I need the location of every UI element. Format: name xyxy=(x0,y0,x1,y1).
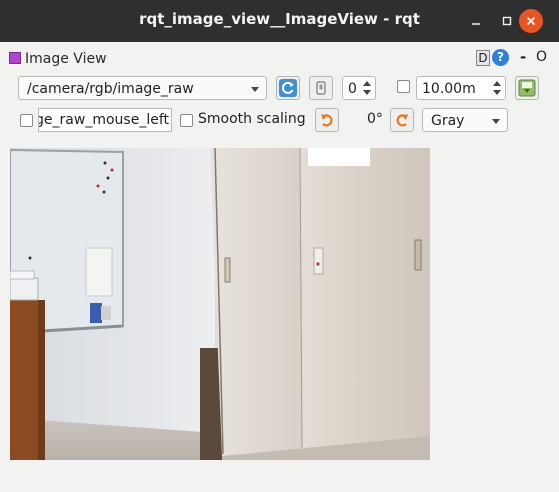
topic-select-value: /camera/rgb/image_raw xyxy=(27,81,194,97)
zoom-button[interactable] xyxy=(309,76,333,100)
mouse-topic-value: ge_raw_mouse_left xyxy=(38,112,169,128)
help-button[interactable]: ? xyxy=(492,49,509,66)
spin-down-icon[interactable] xyxy=(363,90,371,95)
rotate-right-icon xyxy=(396,114,408,127)
close-plugin-button[interactable]: O xyxy=(536,49,547,65)
app-window: rqt_image_view__ImageView - rqt Image Vi… xyxy=(0,0,559,492)
camera-image[interactable] xyxy=(10,148,430,460)
rotation-label: 0° xyxy=(367,111,383,127)
rotate-left-icon xyxy=(321,114,333,127)
close-icon[interactable] xyxy=(519,9,543,33)
rotate-left-button[interactable] xyxy=(315,108,339,132)
refresh-icon xyxy=(279,79,297,97)
mouse-topic-field[interactable]: ge_raw_mouse_left xyxy=(38,108,172,132)
spin-up-icon[interactable] xyxy=(363,81,371,86)
number-spinbox-value: 0 xyxy=(348,81,357,97)
topic-select[interactable]: /camera/rgb/image_raw xyxy=(18,76,267,100)
save-image-button[interactable] xyxy=(515,76,539,100)
distance-spinbox[interactable]: 10.00m xyxy=(416,76,506,100)
number-spinbox[interactable]: 0 xyxy=(342,76,376,100)
minimize-icon[interactable] xyxy=(464,9,488,33)
camera-image-render xyxy=(10,148,430,460)
spin-up-icon[interactable] xyxy=(493,81,501,86)
minimize-plugin-button[interactable]: - xyxy=(520,48,526,66)
rotate-right-button[interactable] xyxy=(390,108,414,132)
mouse-publish-checkbox[interactable] xyxy=(20,114,33,127)
distance-spinbox-value: 10.00m xyxy=(422,81,476,97)
plugin-title-bar: Image View D ? - O xyxy=(0,48,559,70)
chevron-down-icon xyxy=(251,87,259,92)
dynamic-range-checkbox[interactable] xyxy=(397,80,410,93)
color-scheme-value: Gray xyxy=(431,113,465,129)
chevron-down-icon xyxy=(492,119,500,124)
maximize-icon[interactable] xyxy=(495,9,519,33)
zoom-icon xyxy=(316,81,326,95)
save-image-icon xyxy=(518,79,536,97)
smooth-scaling-label: Smooth scaling xyxy=(198,111,306,127)
status-bar xyxy=(10,460,549,486)
plugin-title: Image View xyxy=(25,51,107,67)
image-view-icon xyxy=(9,52,21,64)
color-scheme-select[interactable]: Gray xyxy=(422,108,508,132)
spin-down-icon[interactable] xyxy=(493,90,501,95)
title-bar: rqt_image_view__ImageView - rqt xyxy=(0,0,559,42)
smooth-scaling-checkbox[interactable] xyxy=(180,114,193,127)
refresh-button[interactable] xyxy=(276,76,300,100)
dock-button[interactable]: D xyxy=(476,50,490,66)
